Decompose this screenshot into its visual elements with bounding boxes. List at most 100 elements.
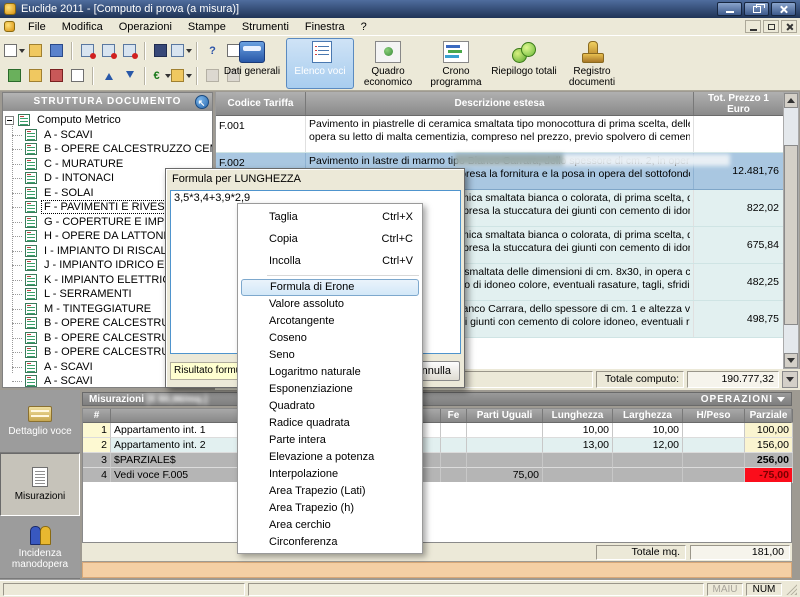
cell-descrizione: Pavimento in piastrelle di ceramica smal…	[306, 116, 694, 152]
cell-prezzo: 822,02	[694, 190, 784, 226]
misura-row[interactable]: 2 Appartamento int. 2 13,00 12,00 156,00	[83, 438, 791, 453]
category-icon	[25, 317, 37, 329]
new-document-icon[interactable]	[4, 40, 25, 61]
riepilogo-totali-button[interactable]: Riepilogo totali	[490, 38, 558, 89]
misura-row[interactable]: 1 Appartamento int. 1 10,00 10,00 100,00	[83, 423, 791, 438]
menu-item-interpolazione[interactable]: Interpolazione	[239, 466, 421, 483]
mdi-minimize-button[interactable]	[745, 20, 761, 33]
mdi-close-button[interactable]	[781, 20, 797, 33]
status-cell-left	[3, 583, 245, 596]
elenco-voci-button[interactable]: Elenco voci	[286, 38, 354, 89]
menu-strumenti[interactable]: Strumenti	[234, 20, 297, 34]
crono-programma-button[interactable]: Crono programma	[422, 38, 490, 89]
column-h-peso[interactable]: H/Peso	[683, 409, 745, 422]
table-vertical-scrollbar[interactable]	[783, 92, 799, 369]
print-preview-icon[interactable]	[4, 65, 25, 86]
cut-icon[interactable]	[77, 40, 98, 61]
collapse-node-icon[interactable]	[5, 116, 14, 125]
paste-icon[interactable]	[119, 40, 140, 61]
column-codice-tariffa[interactable]: Codice Tariffa	[216, 92, 306, 115]
minimize-button[interactable]	[717, 2, 742, 16]
crono-programma-icon	[443, 41, 469, 63]
menu-item-elevazione-a-potenza[interactable]: Elevazione a potenza	[239, 449, 421, 466]
dati-generali-button[interactable]: Dati generali	[218, 38, 286, 89]
misurazioni-title: Misurazioni	[89, 394, 144, 405]
resize-grip-icon[interactable]	[785, 583, 797, 595]
save-icon[interactable]	[46, 40, 67, 61]
duplicate-icon[interactable]	[67, 65, 88, 86]
print-setup-icon[interactable]	[25, 65, 46, 86]
column-larghezza[interactable]: Larghezza	[613, 409, 683, 422]
table-row[interactable]: F.001 Pavimento in piastrelle di ceramic…	[216, 116, 783, 153]
column-fe[interactable]: Fe	[441, 409, 467, 422]
tools-icon[interactable]	[171, 65, 192, 86]
mdi-restore-button[interactable]	[763, 20, 779, 33]
menu-item-arcotangente[interactable]: Arcotangente	[239, 313, 421, 330]
menu-item-seno[interactable]: Seno	[239, 347, 421, 364]
menu-stampe[interactable]: Stampe	[180, 20, 234, 34]
totale-dropdown-button[interactable]	[782, 371, 798, 388]
menu-item-area-trapezio-h[interactable]: Area Trapezio (h)	[239, 500, 421, 517]
menu-item-logaritmo-naturale[interactable]: Logaritmo naturale	[239, 364, 421, 381]
menu-file[interactable]: File	[20, 20, 54, 34]
category-icon	[25, 143, 37, 155]
operazioni-label[interactable]: OPERAZIONI	[701, 394, 773, 405]
menu-modifica[interactable]: Modifica	[54, 20, 111, 34]
riepilogo-totali-icon	[511, 41, 537, 63]
registro-documenti-button[interactable]: Registro documenti	[558, 38, 626, 89]
tree-root[interactable]: Computo Metrico	[3, 113, 212, 128]
copy-icon[interactable]	[98, 40, 119, 61]
misura-row-selected[interactable]: 4 Vedi voce F.005 75,00 -75,00	[83, 468, 791, 483]
currency-icon[interactable]: €	[150, 65, 171, 86]
quadro-economico-button[interactable]: Quadro economico	[354, 38, 422, 89]
category-icon	[25, 288, 37, 300]
menu-item-area-cerchio[interactable]: Area cerchio	[239, 517, 421, 534]
menu-item-radice-quadrata[interactable]: Radice quadrata	[239, 415, 421, 432]
totale-mq-value: 181,00	[690, 545, 790, 560]
menu-item-circonferenza[interactable]: Circonferenza	[239, 534, 421, 551]
incidenza-manodopera-button[interactable]: Incidenza manodopera	[0, 516, 80, 579]
tree-item[interactable]: B - OPERE CALCESTRUZZO CEMENTIZIO	[3, 142, 212, 157]
misurazioni-button[interactable]: Misurazioni	[0, 453, 80, 516]
menu-item-incolla[interactable]: IncollaCtrl+V	[239, 250, 421, 272]
menu-item-esponenziazione[interactable]: Esponenziazione	[239, 381, 421, 398]
toolbar-separator	[144, 42, 146, 60]
column-parziale[interactable]: Parziale	[745, 409, 793, 422]
scroll-up-button[interactable]	[784, 93, 798, 108]
menu-item-taglia[interactable]: TagliaCtrl+X	[239, 206, 421, 228]
column-lunghezza[interactable]: Lunghezza	[543, 409, 613, 422]
menu-item-area-trapezio-lati[interactable]: Area Trapezio (Lati)	[239, 483, 421, 500]
misura-row-parziale[interactable]: 3 $PARZIALE$ 256,00	[83, 453, 791, 468]
totale-mq-strip: Totale mq. 181,00	[82, 543, 792, 561]
menu-help[interactable]: ?	[353, 20, 375, 34]
column-descrizione-estesa[interactable]: Descrizione estesa	[306, 92, 694, 115]
print-icon[interactable]	[46, 65, 67, 86]
menu-item-formula-di-erone[interactable]: Formula di Erone	[241, 279, 419, 296]
open-folder-icon[interactable]	[25, 40, 46, 61]
dettaglio-voce-button[interactable]: Dettaglio voce	[0, 390, 80, 453]
category-icon	[25, 274, 37, 286]
find-icon[interactable]	[150, 40, 171, 61]
menu-item-parte-intera[interactable]: Parte intera	[239, 432, 421, 449]
restore-button[interactable]	[744, 2, 769, 16]
menu-operazioni[interactable]: Operazioni	[111, 20, 180, 34]
registro-documenti-icon	[579, 41, 605, 63]
import-icon[interactable]	[98, 65, 119, 86]
menu-item-coseno[interactable]: Coseno	[239, 330, 421, 347]
menu-item-copia[interactable]: CopiaCtrl+C	[239, 228, 421, 250]
column-tot-prezzo[interactable]: Tot. Prezzo 1Euro	[694, 92, 784, 115]
menu-item-quadrato[interactable]: Quadrato	[239, 398, 421, 415]
menu-finestra[interactable]: Finestra	[297, 20, 353, 34]
column-parti-uguali[interactable]: Parti Uguali	[467, 409, 543, 422]
export-icon[interactable]	[119, 65, 140, 86]
scrollbar-thumb[interactable]	[784, 145, 798, 325]
restore-icon	[753, 6, 761, 13]
tree-item[interactable]: A - SCAVI	[3, 128, 212, 143]
scroll-down-button[interactable]	[784, 353, 798, 368]
menu-item-valore-assoluto[interactable]: Valore assoluto	[239, 296, 421, 313]
close-button[interactable]	[771, 2, 796, 16]
collapse-panel-button[interactable]: ↖	[195, 95, 209, 109]
column-num[interactable]: #	[83, 409, 111, 422]
cell-codice: F.001	[216, 116, 306, 152]
window-layout-icon[interactable]	[171, 40, 192, 61]
